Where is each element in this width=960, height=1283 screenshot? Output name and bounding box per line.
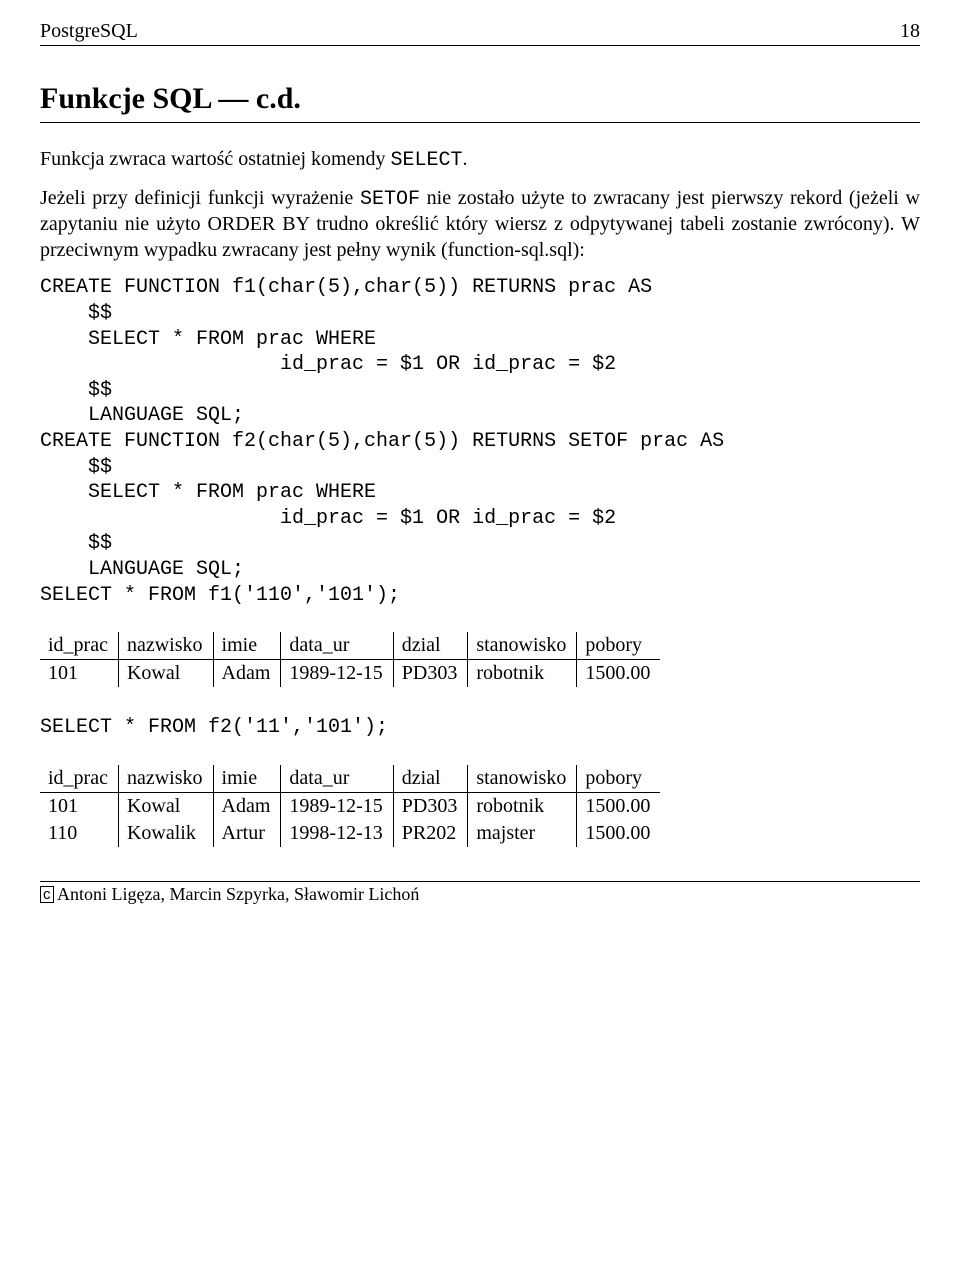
table-header-cell: imie [213,632,281,660]
footer-rule [40,881,920,882]
table-cell: PD303 [393,660,468,688]
table-header-cell: stanowisko [468,632,577,660]
result-table-2: id_prac nazwisko imie data_ur dzial stan… [40,765,660,847]
table-header-cell: pobory [577,765,661,793]
table-header-cell: dzial [393,632,468,660]
table-cell: 101 [40,792,118,820]
table-header-cell: id_prac [40,765,118,793]
table-header-cell: data_ur [281,632,393,660]
table-header-cell: dzial [393,765,468,793]
table-cell: Kowal [118,792,213,820]
table-header-row: id_prac nazwisko imie data_ur dzial stan… [40,632,660,660]
header-rule [40,45,920,46]
header-right: 18 [900,20,920,43]
table-row: 101 Kowal Adam 1989-12-15 PD303 robotnik… [40,792,660,820]
table-cell: majster [468,820,577,847]
table-cell: robotnik [468,660,577,688]
table-cell: robotnik [468,792,577,820]
table-cell: PD303 [393,792,468,820]
result-table-1: id_prac nazwisko imie data_ur dzial stan… [40,632,660,687]
page-footer: c Antoni Ligęza, Marcin Szpyrka, Sławomi… [40,884,920,905]
table-cell: Adam [213,660,281,688]
table-cell: Artur [213,820,281,847]
table-cell: Kowalik [118,820,213,847]
footer-authors: Antoni Ligęza, Marcin Szpyrka, Sławomir … [57,884,419,904]
title-rule [40,122,920,123]
table-cell: Kowal [118,660,213,688]
table-header-cell: imie [213,765,281,793]
table-header-cell: pobory [577,632,661,660]
copyright-symbol: c [40,886,54,903]
table-cell: 1989-12-15 [281,792,393,820]
table-cell: Adam [213,792,281,820]
table-header-cell: id_prac [40,632,118,660]
paragraph-1-text: Funkcja zwraca wartość ostatniej komendy [40,148,390,170]
table-cell: 1998-12-13 [281,820,393,847]
page: PostgreSQL 18 Funkcje SQL — c.d. Funkcja… [0,0,960,1283]
paragraph-2: Jeżeli przy definicji funkcji wyrażenie … [40,186,920,264]
table-row: 110 Kowalik Artur 1998-12-13 PR202 majst… [40,820,660,847]
table-header-cell: data_ur [281,765,393,793]
table-cell: 1500.00 [577,792,661,820]
table-header-cell: nazwisko [118,632,213,660]
table-row: 101 Kowal Adam 1989-12-15 PD303 robotnik… [40,660,660,688]
table-cell: PR202 [393,820,468,847]
table-cell: 1989-12-15 [281,660,393,688]
code-block-2: SELECT * FROM f2('11','101'); [40,715,920,741]
paragraph-2-code: SETOF [360,188,420,211]
code-block-1: CREATE FUNCTION f1(char(5),char(5)) RETU… [40,275,920,608]
paragraph-1-code: SELECT [390,149,462,172]
paragraph-1-tail: . [462,148,467,170]
table-cell: 1500.00 [577,820,661,847]
table-header-cell: nazwisko [118,765,213,793]
table-cell: 101 [40,660,118,688]
table-cell: 110 [40,820,118,847]
section-title: Funkcje SQL — c.d. [40,82,920,116]
paragraph-2-text: Jeżeli przy definicji funkcji wyrażenie [40,187,360,209]
table-header-cell: stanowisko [468,765,577,793]
table-cell: 1500.00 [577,660,661,688]
paragraph-1: Funkcja zwraca wartość ostatniej komendy… [40,147,920,174]
table-header-row: id_prac nazwisko imie data_ur dzial stan… [40,765,660,793]
header-left: PostgreSQL [40,20,138,43]
page-header: PostgreSQL 18 [40,20,920,43]
